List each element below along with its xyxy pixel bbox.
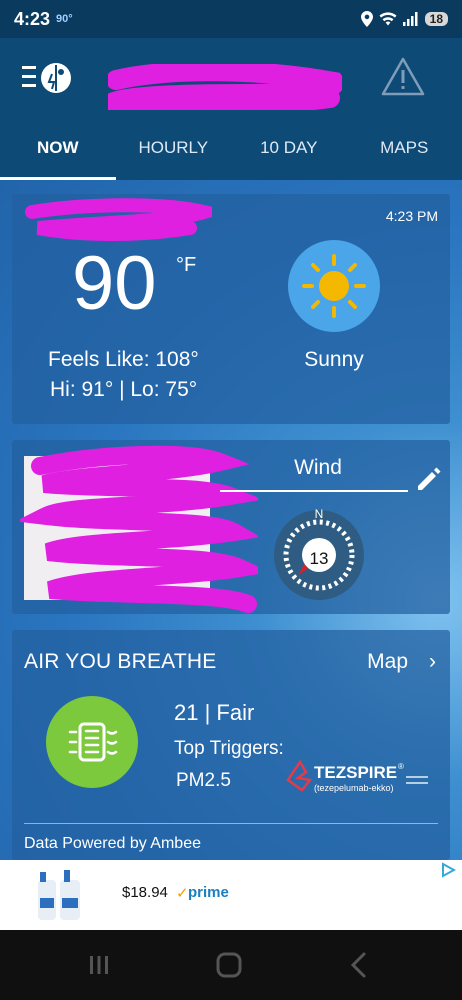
status-temp: 90° <box>56 13 73 25</box>
warning-triangle-icon[interactable] <box>380 56 426 98</box>
wind-speed: 13 <box>309 549 329 568</box>
sponsor-name: TEZSPIRE <box>314 763 397 782</box>
tab-hourly[interactable]: HOURLY <box>116 120 232 180</box>
chevron-right-icon[interactable]: › <box>429 650 436 674</box>
feels-like: Feels Like: 108° <box>48 348 199 371</box>
adchoices-icon[interactable] <box>440 862 456 878</box>
product-bottles-image <box>38 870 80 920</box>
tab-bar: NOW HOURLY 10 DAY MAPS <box>0 120 462 180</box>
ad-price: $18.94 <box>122 884 168 901</box>
top-triggers-label: Top Triggers: <box>174 738 284 759</box>
home-icon[interactable] <box>214 950 244 980</box>
condition-icon-bg <box>288 240 380 332</box>
sponsor-generic: (tezepelumab-ekko) <box>314 783 394 793</box>
redacted-location-scribble <box>25 198 212 241</box>
tab-maps[interactable]: MAPS <box>347 120 462 180</box>
air-filter-icon <box>68 722 118 762</box>
ad-prime-label: prime <box>188 884 229 901</box>
prime-check-icon: ✓ <box>176 885 189 902</box>
signal-icon <box>402 12 418 26</box>
aqi-value: 21 | Fair <box>174 700 255 725</box>
top-trigger-value: PM2.5 <box>176 770 231 791</box>
main-content[interactable]: 4:23 PM 90 °F Feels Like: 108° Hi: 91° |… <box>0 180 462 860</box>
sun-icon <box>302 254 366 318</box>
redacted-location-scribble <box>108 64 342 110</box>
recent-apps-icon[interactable] <box>84 950 114 980</box>
weather-bug-menu-icon[interactable] <box>22 58 74 98</box>
system-nav-bar <box>0 930 462 1000</box>
divider <box>24 823 438 824</box>
current-conditions-card[interactable]: 4:23 PM 90 °F Feels Like: 108° Hi: 91° |… <box>12 194 450 424</box>
sponsor-logo[interactable]: TEZSPIRE ® (tezepelumab-ekko) <box>284 756 434 800</box>
air-quality-card[interactable]: AIR YOU BREATHE Map › 21 | Fair Top Trig… <box>12 630 450 860</box>
wind-card[interactable]: Wind N 13 <box>12 440 450 614</box>
hi-lo: Hi: 91° | Lo: 75° <box>50 378 198 401</box>
status-icons: 18 <box>360 11 448 27</box>
air-quality-icon-bg <box>46 696 138 788</box>
tab-now[interactable]: NOW <box>0 120 116 180</box>
back-icon[interactable] <box>344 950 374 980</box>
wind-title-underline <box>220 490 408 492</box>
sponsor-registered: ® <box>398 762 404 771</box>
wind-title: Wind <box>294 456 342 479</box>
tab-10-day[interactable]: 10 DAY <box>231 120 347 180</box>
battery-indicator: 18 <box>424 12 448 26</box>
location-icon <box>360 11 373 27</box>
pencil-edit-icon[interactable] <box>414 464 444 494</box>
compass-north: N <box>315 508 324 521</box>
air-map-link[interactable]: Map <box>367 650 408 674</box>
redacted-map-scribble <box>20 445 258 613</box>
status-bar: 4:23 90° 18 <box>0 0 462 38</box>
current-temperature: 90 <box>72 241 157 326</box>
updated-time: 4:23 PM <box>385 208 438 224</box>
powered-by: Data Powered by Ambee <box>24 835 201 852</box>
app-bar <box>0 38 462 120</box>
status-time: 4:23 <box>14 8 51 29</box>
ad-banner[interactable]: $18.94 ✓ prime <box>0 860 462 930</box>
condition-text: Sunny <box>304 348 364 371</box>
temperature-unit: °F <box>176 254 197 276</box>
air-quality-title: AIR YOU BREATHE <box>24 650 217 673</box>
wifi-icon <box>379 12 397 26</box>
